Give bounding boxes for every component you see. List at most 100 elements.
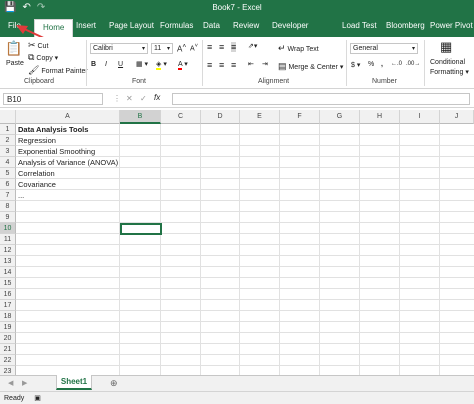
tab-developer[interactable]: Developer bbox=[272, 21, 308, 30]
row-header-17[interactable]: 17 bbox=[0, 300, 16, 311]
paste-button[interactable]: Paste bbox=[6, 60, 24, 67]
font-name-combo[interactable]: Calibri ▾ bbox=[90, 43, 148, 54]
insert-function-icon[interactable]: fx bbox=[154, 93, 160, 102]
bold-button[interactable]: B bbox=[91, 61, 96, 68]
column-header-c[interactable]: C bbox=[161, 110, 201, 124]
cell-a5[interactable]: Correlation bbox=[18, 168, 55, 179]
formula-menu-icon[interactable]: ⋮ bbox=[113, 94, 121, 103]
merge-center-button[interactable]: ▤ Merge & Center ▾ bbox=[278, 61, 343, 72]
cell-a1[interactable]: Data Analysis Tools bbox=[18, 124, 88, 135]
align-middle-icon[interactable]: ≡ bbox=[219, 42, 224, 52]
cancel-icon[interactable]: ✕ bbox=[126, 94, 133, 103]
align-bottom-icon[interactable]: ≡ bbox=[231, 42, 237, 52]
percent-button[interactable]: % bbox=[368, 61, 374, 68]
select-all-corner[interactable] bbox=[0, 110, 16, 124]
comma-button[interactable]: , bbox=[381, 61, 383, 68]
conditional-formatting-button-line2[interactable]: Formatting ▾ bbox=[430, 68, 469, 76]
column-header-a[interactable]: A bbox=[16, 110, 120, 124]
italic-button[interactable]: I bbox=[105, 61, 107, 68]
format-painter-button[interactable]: 🖌 Format Painter bbox=[28, 65, 88, 76]
row-header-11[interactable]: 11 bbox=[0, 234, 16, 245]
column-header-h[interactable]: H bbox=[360, 110, 400, 124]
cell-a7[interactable]: ... bbox=[18, 190, 24, 201]
column-header-b[interactable]: B bbox=[120, 110, 161, 124]
row-header-13[interactable]: 13 bbox=[0, 256, 16, 267]
row-header-21[interactable]: 21 bbox=[0, 344, 16, 355]
number-format-combo[interactable]: General ▾ bbox=[350, 43, 418, 54]
tab-bloomberg[interactable]: Bloomberg bbox=[386, 21, 425, 30]
shrink-font-button[interactable]: A˅ bbox=[190, 43, 198, 52]
clipboard-icon[interactable]: 📋 bbox=[5, 40, 22, 57]
font-color-icon[interactable]: A ▾ bbox=[178, 60, 188, 70]
decrease-decimal-icon[interactable]: .00→ bbox=[406, 61, 420, 67]
tab-formulas[interactable]: Formulas bbox=[160, 21, 193, 30]
tab-load-test[interactable]: Load Test bbox=[342, 21, 377, 30]
column-header-g[interactable]: G bbox=[320, 110, 360, 124]
formula-input[interactable] bbox=[172, 93, 470, 105]
currency-button[interactable]: $ ▾ bbox=[351, 61, 360, 69]
row-gridline bbox=[16, 277, 474, 278]
column-header-d[interactable]: D bbox=[201, 110, 240, 124]
align-right-icon[interactable]: ≡ bbox=[231, 60, 236, 70]
increase-indent-icon[interactable]: ⇥ bbox=[262, 60, 268, 68]
wrap-text-button[interactable]: ↵ Wrap Text bbox=[278, 43, 319, 54]
add-sheet-icon[interactable]: ⊕ bbox=[110, 378, 118, 389]
tab-review[interactable]: Review bbox=[233, 21, 259, 30]
row-header-5[interactable]: 5 bbox=[0, 168, 16, 179]
row-header-1[interactable]: 1 bbox=[0, 124, 16, 135]
row-header-15[interactable]: 15 bbox=[0, 278, 16, 289]
macro-record-icon[interactable]: ▣ bbox=[34, 395, 41, 402]
tab-data[interactable]: Data bbox=[203, 21, 220, 30]
row-header-9[interactable]: 9 bbox=[0, 212, 16, 223]
conditional-formatting-icon[interactable]: ▦ bbox=[440, 39, 452, 55]
row-header-6[interactable]: 6 bbox=[0, 179, 16, 190]
conditional-formatting-button[interactable]: Conditional bbox=[430, 59, 465, 66]
scissors-icon: ✂ bbox=[28, 40, 36, 50]
row-header-4[interactable]: 4 bbox=[0, 157, 16, 168]
cell-a2[interactable]: Regression bbox=[18, 135, 56, 146]
title-bar: 💾 ↶ ↷ Book7 - Excel bbox=[0, 0, 474, 17]
row-header-16[interactable]: 16 bbox=[0, 289, 16, 300]
align-left-icon[interactable]: ≡ bbox=[207, 60, 212, 70]
row-header-19[interactable]: 19 bbox=[0, 322, 16, 333]
fill-color-icon[interactable]: ◈ ▾ bbox=[156, 60, 167, 70]
align-center-icon[interactable]: ≡ bbox=[219, 60, 224, 70]
row-header-12[interactable]: 12 bbox=[0, 245, 16, 256]
column-gridline bbox=[279, 124, 280, 377]
column-header-i[interactable]: I bbox=[400, 110, 440, 124]
decrease-indent-icon[interactable]: ⇤ bbox=[248, 60, 254, 68]
align-top-icon[interactable]: ≡ bbox=[207, 42, 212, 52]
grow-font-button[interactable]: A˄ bbox=[177, 43, 186, 54]
borders-icon[interactable]: ▦ ▾ bbox=[136, 60, 148, 68]
next-sheet-icon[interactable]: ▶ bbox=[22, 379, 27, 387]
row-header-20[interactable]: 20 bbox=[0, 333, 16, 344]
underline-button[interactable]: U bbox=[118, 61, 123, 68]
row-header-14[interactable]: 14 bbox=[0, 267, 16, 278]
row-header-8[interactable]: 8 bbox=[0, 201, 16, 212]
cell-a3[interactable]: Exponential Smoothing bbox=[18, 146, 95, 157]
enter-icon[interactable]: ✓ bbox=[140, 94, 147, 103]
column-header-j[interactable]: J bbox=[440, 110, 474, 124]
row-header-3[interactable]: 3 bbox=[0, 146, 16, 157]
cut-button[interactable]: ✂ Cut bbox=[28, 40, 48, 51]
cell-a4[interactable]: Analysis of Variance (ANOVA) bbox=[18, 157, 118, 168]
row-header-7[interactable]: 7 bbox=[0, 190, 16, 201]
font-size-combo[interactable]: 11 ▾ bbox=[151, 43, 173, 54]
tab-page-layout[interactable]: Page Layout bbox=[109, 21, 154, 30]
selected-cell-b10[interactable] bbox=[120, 223, 162, 235]
cell-a6[interactable]: Covariance bbox=[18, 179, 56, 190]
row-header-2[interactable]: 2 bbox=[0, 135, 16, 146]
name-box[interactable]: B10 bbox=[3, 93, 103, 105]
column-header-e[interactable]: E bbox=[240, 110, 280, 124]
sheet-tab-sheet1[interactable]: Sheet1 bbox=[56, 375, 92, 390]
orientation-icon[interactable]: ⇗▾ bbox=[248, 42, 257, 50]
merge-icon: ▤ bbox=[278, 61, 287, 71]
copy-button[interactable]: ⧉ Copy ▾ bbox=[28, 52, 58, 63]
row-header-10[interactable]: 10 bbox=[0, 223, 16, 234]
tab-power-pivot[interactable]: Power Pivot bbox=[430, 21, 473, 30]
increase-decimal-icon[interactable]: ←.0 bbox=[391, 61, 402, 67]
row-header-22[interactable]: 22 bbox=[0, 355, 16, 366]
row-header-18[interactable]: 18 bbox=[0, 311, 16, 322]
prev-sheet-icon[interactable]: ◀ bbox=[8, 379, 13, 387]
column-header-f[interactable]: F bbox=[280, 110, 320, 124]
